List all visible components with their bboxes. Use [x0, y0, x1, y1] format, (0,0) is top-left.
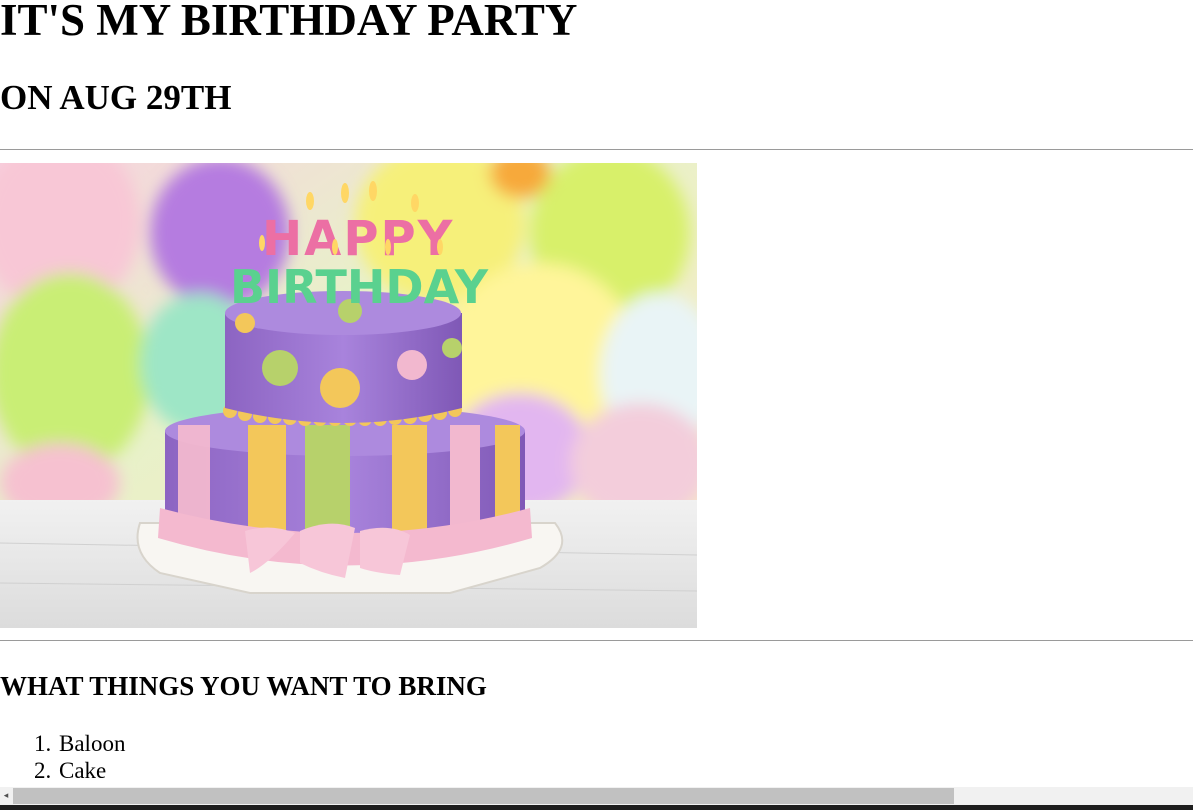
page-title: IT'S MY BIRTHDAY PARTY	[0, 0, 578, 45]
list-item-number: 2.	[34, 758, 52, 783]
list-item: 2. Cake	[0, 757, 125, 784]
list-item-label: Cake	[59, 758, 107, 783]
cake-birthday-text: BIRTHDAY	[230, 260, 489, 314]
list-item: 1. Baloon	[0, 730, 125, 757]
cake-happy-text: HAPPY	[262, 211, 454, 267]
horizontal-scrollbar[interactable]: ◂	[0, 787, 1193, 805]
list-heading: WHAT THINGS YOU WANT TO BRING	[0, 671, 487, 701]
birthday-cake-image: HAPPY BIRTHDAY	[0, 163, 697, 628]
scrollbar-thumb[interactable]	[13, 788, 954, 804]
window-bottom-edge	[0, 805, 1193, 810]
items-list: 1. Baloon 2. Cake	[0, 730, 125, 784]
divider-bottom	[0, 640, 1193, 641]
divider-top	[0, 149, 1193, 150]
list-item-label: Baloon	[59, 731, 126, 756]
list-item-number: 1.	[34, 731, 52, 756]
party-date: ON AUG 29TH	[0, 78, 232, 117]
scroll-left-arrow-icon[interactable]: ◂	[0, 787, 12, 805]
